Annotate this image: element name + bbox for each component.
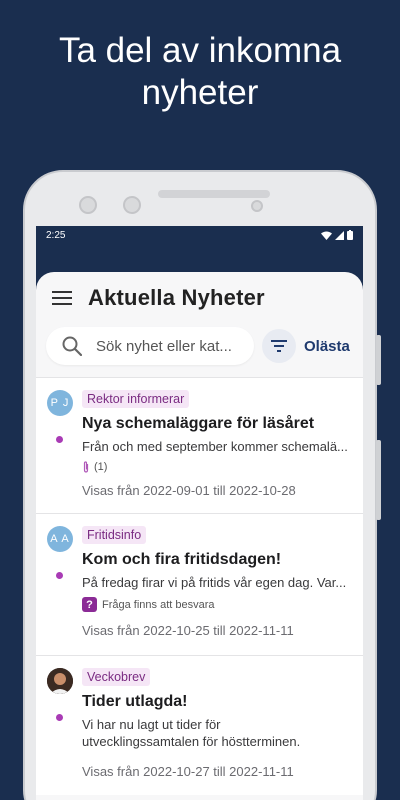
news-excerpt: Från och med september kommer schemalä..… [82,439,348,454]
paperclip-icon [83,461,89,473]
wifi-icon [321,231,332,240]
display-dates: Visas från 2022-09-01 till 2022-10-28 [82,483,296,498]
page-title: Aktuella Nyheter [88,285,265,310]
phone-camera [79,196,97,214]
question-info: ? Fråga finns att besvara [82,597,351,612]
person-photo-icon [47,668,73,694]
question-text: Fråga finns att besvara [102,598,215,611]
avatar: P J [47,390,73,416]
hamburger-menu-icon[interactable] [52,291,72,305]
news-list: P J Rektor informerar Nya schemaläggare … [36,377,363,795]
news-item[interactable]: P J Rektor informerar Nya schemaläggare … [36,377,363,513]
filter-button[interactable] [262,329,296,363]
display-dates: Visas från 2022-10-27 till 2022-11-11 [82,764,294,779]
news-title: Tider utlagda! [82,693,188,710]
display-dates: Visas från 2022-10-25 till 2022-11-11 [82,623,294,638]
search-input[interactable] [96,337,246,355]
battery-icon [347,230,353,240]
status-bar: 2:25 [36,226,363,244]
unread-filter-button[interactable]: Olästa [304,338,350,355]
phone-side-button [376,335,381,385]
attachment-count: (1) [94,461,108,473]
avatar: A A [47,526,73,552]
news-panel: Aktuella Nyheter Olästa [36,272,363,800]
search-icon [62,336,82,356]
phone-sensor [251,200,263,212]
category-tag: Veckobrev [82,668,151,686]
category-tag: Fritidsinfo [82,526,147,544]
filter-icon [271,340,287,352]
app-bar: Aktuella Nyheter [36,272,363,324]
news-item[interactable]: Veckobrev Tider utlagda! Vi har nu lagt … [36,655,363,795]
photo-avatar [47,668,73,694]
search-row: Olästa [36,325,363,367]
news-item[interactable]: A A Fritidsinfo Kom och fira fritidsdage… [36,513,363,655]
unread-dot [56,714,63,721]
status-time: 2:25 [46,229,66,241]
news-excerpt: Vi har nu lagt ut tider för utvecklingss… [82,717,301,749]
phone-speaker [158,190,270,198]
news-title: Kom och fira fritidsdagen! [82,551,282,568]
signal-icon [335,230,344,240]
phone-camera [123,196,141,214]
search-box[interactable] [46,327,254,365]
app-screen: 2:25 Aktuella Nyheter Sök nyhet eller ka… [36,226,363,800]
news-title: Nya schemaläggare för läsåret [82,415,315,432]
attachment-info: (1) [82,461,351,473]
question-icon: ? [82,597,97,612]
promo-title: Ta del av inkomna nyheter [58,31,342,112]
unread-dot [56,436,63,443]
unread-dot [56,572,63,579]
phone-side-button [376,440,381,520]
news-excerpt: På fredag firar vi på fritids vår egen d… [82,575,347,590]
category-tag: Rektor informerar [82,390,190,408]
